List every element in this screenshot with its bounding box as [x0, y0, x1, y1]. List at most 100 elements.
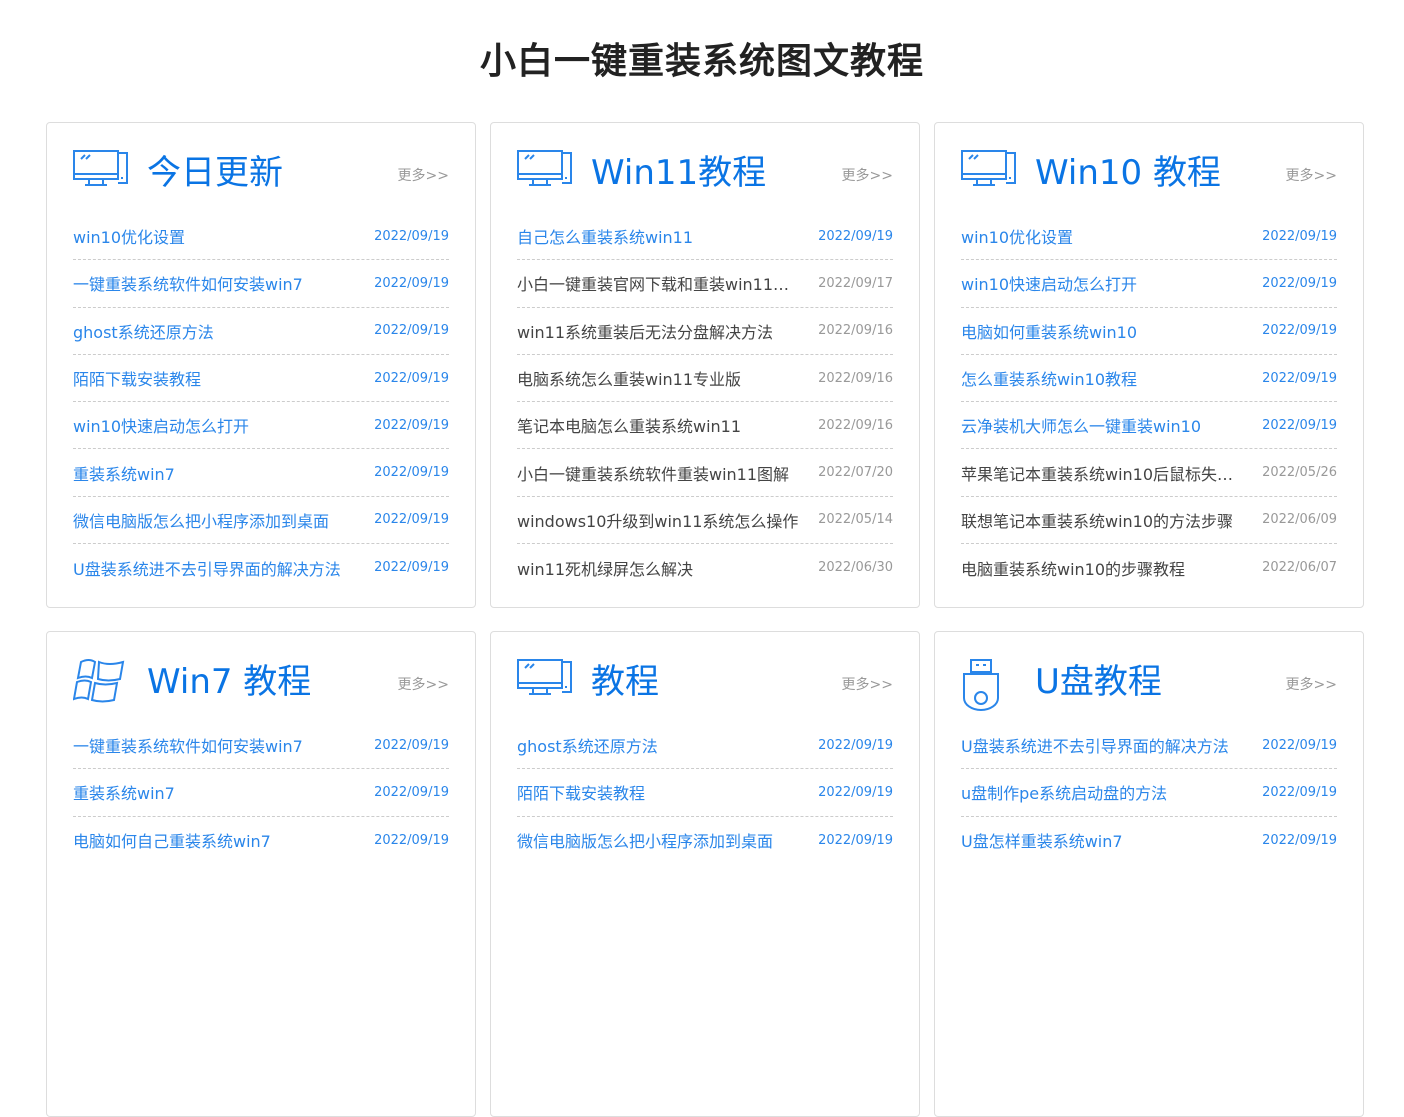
list-item: ghost系统还原方法 2022/09/19: [517, 722, 893, 770]
article-link[interactable]: 一键重装系统软件如何安装win7: [73, 733, 303, 757]
article-link[interactable]: U盘装系统进不去引导界面的解决方法: [961, 733, 1229, 757]
article-link[interactable]: 重装系统win7: [73, 461, 175, 485]
article-link[interactable]: win10优化设置: [73, 224, 185, 248]
windows-logo-icon: [72, 658, 129, 708]
card-title: Win10 教程: [1035, 153, 1221, 193]
more-link[interactable]: 更多>>: [842, 674, 893, 694]
list-item: 微信电脑版怎么把小程序添加到桌面 2022/09/19: [73, 497, 449, 545]
list-item: U盘装系统进不去引导界面的解决方法 2022/09/19: [73, 544, 449, 591]
more-link[interactable]: 更多>>: [842, 165, 893, 185]
article-link[interactable]: 陌陌下载安装教程: [517, 780, 645, 804]
more-link[interactable]: 更多>>: [398, 165, 449, 185]
card-header: 今日更新 更多>>: [73, 147, 449, 201]
article-list: U盘装系统进不去引导界面的解决方法 2022/09/19 u盘制作pe系统启动盘的方…: [961, 722, 1337, 864]
card-title: Win11教程: [591, 153, 767, 193]
more-link[interactable]: 更多>>: [398, 674, 449, 694]
article-date: 2022/07/20: [818, 465, 893, 481]
article-date: 2022/09/16: [818, 417, 893, 433]
list-item: 电脑如何重装系统win10 2022/09/19: [961, 308, 1337, 355]
article-date: 2022/09/16: [818, 323, 893, 339]
article-date: 2022/09/19: [818, 228, 893, 244]
article-link[interactable]: win10快速启动怎么打开: [961, 271, 1137, 295]
list-item: 重装系统win7 2022/09/19: [73, 769, 449, 817]
article-link[interactable]: 电脑如何自己重装系统win7: [73, 828, 271, 852]
article-link[interactable]: 联想笔记本重装系统win10的方法步骤: [961, 508, 1233, 532]
article-link[interactable]: 电脑系统怎么重装win11专业版: [517, 366, 741, 390]
article-date: 2022/09/19: [374, 275, 449, 291]
article-link[interactable]: U盘怎样重装系统win7: [961, 828, 1123, 852]
article-list: 一键重装系统软件如何安装win7 2022/09/19 重装系统win7 2022/0…: [73, 722, 449, 864]
list-item: 陌陌下载安装教程 2022/09/19: [517, 769, 893, 817]
card-0: 今日更新 更多>> win10优化设置 2022/09/19 一键重装系统软件如何安装…: [46, 122, 476, 608]
article-link[interactable]: 自己怎么重装系统win11: [517, 224, 693, 248]
article-link[interactable]: 笔记本电脑怎么重装系统win11: [517, 413, 741, 437]
article-date: 2022/06/07: [1262, 560, 1337, 576]
article-link[interactable]: 微信电脑版怎么把小程序添加到桌面: [517, 828, 773, 852]
list-item: 电脑如何自己重装系统win7 2022/09/19: [73, 817, 449, 864]
article-list: ghost系统还原方法 2022/09/19 陌陌下载安装教程 2022/09/19 微…: [517, 722, 893, 864]
article-date: 2022/09/19: [1262, 832, 1337, 848]
card-1: Win11教程 更多>> 自己怎么重装系统win11 2022/09/19 小白一键重…: [490, 122, 920, 608]
card-header: Win10 教程 更多>>: [961, 147, 1337, 201]
article-date: 2022/09/19: [374, 370, 449, 386]
article-link[interactable]: 陌陌下载安装教程: [73, 366, 201, 390]
article-link[interactable]: 苹果笔记本重装系统win10后鼠标失…: [961, 461, 1233, 485]
list-item: win10优化设置 2022/09/19: [961, 213, 1337, 261]
article-date: 2022/09/19: [374, 512, 449, 528]
card-3: Win7 教程 更多>> 一键重装系统软件如何安装win7 2022/09/19 重装…: [46, 631, 476, 1117]
article-date: 2022/09/19: [374, 737, 449, 753]
more-link[interactable]: 更多>>: [1286, 674, 1337, 694]
card-5: U盘教程 更多>> U盘装系统进不去引导界面的解决方法 2022/09/19 u盘制作…: [934, 631, 1364, 1117]
article-link[interactable]: windows10升级到win11系统怎么操作: [517, 508, 798, 532]
article-date: 2022/09/19: [1262, 737, 1337, 753]
article-link[interactable]: 重装系统win7: [73, 780, 175, 804]
article-date: 2022/09/19: [1262, 323, 1337, 339]
more-link[interactable]: 更多>>: [1286, 165, 1337, 185]
article-date: 2022/09/19: [374, 228, 449, 244]
article-date: 2022/09/19: [1262, 417, 1337, 433]
card-title: Win7 教程: [147, 662, 312, 702]
article-link[interactable]: 微信电脑版怎么把小程序添加到桌面: [73, 508, 329, 532]
article-link[interactable]: win10快速启动怎么打开: [73, 413, 249, 437]
monitor-icon: [517, 149, 573, 199]
article-link[interactable]: u盘制作pe系统启动盘的方法: [961, 780, 1167, 804]
article-link[interactable]: 电脑如何重装系统win10: [961, 319, 1137, 343]
list-item: u盘制作pe系统启动盘的方法 2022/09/19: [961, 769, 1337, 817]
article-link[interactable]: 怎么重装系统win10教程: [961, 366, 1137, 390]
article-link[interactable]: win11系统重装后无法分盘解决方法: [517, 319, 773, 343]
list-item: win10快速启动怎么打开 2022/09/19: [961, 260, 1337, 308]
article-link[interactable]: win11死机绿屏怎么解决: [517, 556, 693, 580]
list-item: 重装系统win7 2022/09/19: [73, 449, 449, 497]
article-link[interactable]: 电脑重装系统win10的步骤教程: [961, 556, 1185, 580]
monitor-icon: [961, 149, 1017, 199]
card-4: 教程 更多>> ghost系统还原方法 2022/09/19 陌陌下载安装教程 2022…: [490, 631, 920, 1117]
article-date: 2022/09/19: [374, 784, 449, 800]
article-date: 2022/09/19: [374, 560, 449, 576]
list-item: 小白一键重装官网下载和重装win11… 2022/09/17: [517, 260, 893, 308]
list-item: win10快速启动怎么打开 2022/09/19: [73, 402, 449, 450]
article-date: 2022/09/19: [1262, 784, 1337, 800]
article-list: win10优化设置 2022/09/19 一键重装系统软件如何安装win7 2022/…: [73, 213, 449, 591]
card-title: 今日更新: [147, 153, 283, 193]
card-header: Win11教程 更多>>: [517, 147, 893, 201]
card-title: U盘教程: [1035, 662, 1162, 702]
list-item: 微信电脑版怎么把小程序添加到桌面 2022/09/19: [517, 817, 893, 864]
article-link[interactable]: 云净装机大师怎么一键重装win10: [961, 413, 1201, 437]
article-date: 2022/05/26: [1262, 465, 1337, 481]
list-item: U盘装系统进不去引导界面的解决方法 2022/09/19: [961, 722, 1337, 770]
article-link[interactable]: 小白一键重装系统软件重装win11图解: [517, 461, 789, 485]
article-link[interactable]: U盘装系统进不去引导界面的解决方法: [73, 556, 341, 580]
article-link[interactable]: ghost系统还原方法: [517, 733, 658, 757]
list-item: 电脑系统怎么重装win11专业版 2022/09/16: [517, 355, 893, 403]
article-link[interactable]: 一键重装系统软件如何安装win7: [73, 271, 303, 295]
monitor-icon: [73, 149, 129, 199]
article-date: 2022/09/19: [374, 465, 449, 481]
list-item: win11死机绿屏怎么解决 2022/06/30: [517, 544, 893, 591]
card-title: 教程: [591, 662, 659, 702]
article-date: 2022/09/19: [818, 784, 893, 800]
article-link[interactable]: win10优化设置: [961, 224, 1073, 248]
article-date: 2022/09/16: [818, 370, 893, 386]
article-link[interactable]: ghost系统还原方法: [73, 319, 214, 343]
list-item: 陌陌下载安装教程 2022/09/19: [73, 355, 449, 403]
article-link[interactable]: 小白一键重装官网下载和重装win11…: [517, 271, 789, 295]
